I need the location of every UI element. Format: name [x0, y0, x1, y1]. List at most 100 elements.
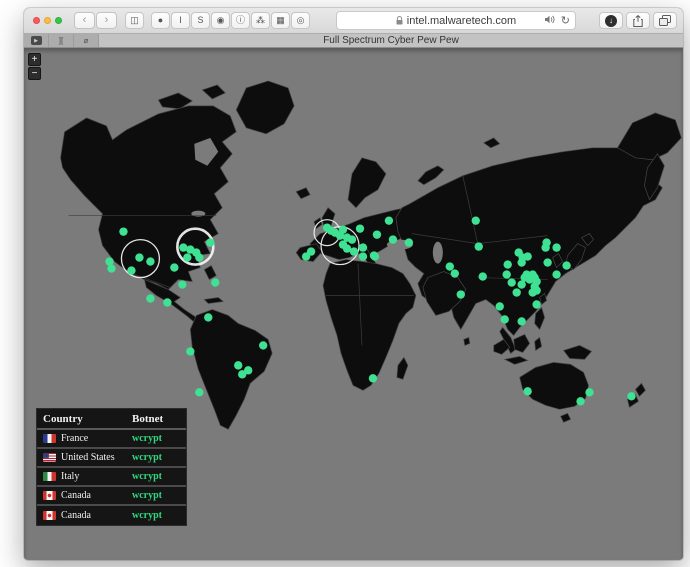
extension-network-button-share-nodes-icon[interactable]: ⁂ — [251, 12, 270, 29]
botnet-name: wcrypt — [132, 471, 186, 482]
tabs-icon — [659, 15, 671, 26]
landmass-sri-lanka — [464, 337, 470, 345]
infection-dot — [373, 230, 381, 238]
extension-record-button-record-circle-icon[interactable]: ◉ — [211, 12, 230, 29]
address-bar-icons: ↻ — [545, 12, 570, 29]
extension-qr-button-qr-grid-icon[interactable]: ▦ — [271, 12, 290, 29]
nav-buttons: ‹ › — [74, 12, 117, 29]
infection-dot — [186, 347, 194, 355]
back-button[interactable]: ‹ — [74, 12, 95, 29]
infection-dot — [206, 238, 214, 246]
active-tab[interactable]: Full Spectrum Cyber Pew Pew — [99, 34, 683, 47]
landmass-madagascar — [397, 357, 408, 379]
infection-dot — [170, 263, 178, 271]
extension-target-button-target-circle-icon[interactable]: ◎ — [291, 12, 310, 29]
map-zoom-out-button[interactable]: − — [28, 67, 41, 80]
infection-dot — [479, 272, 487, 280]
country-name: United States — [61, 452, 115, 463]
toolbar-right-buttons: ↓ — [599, 12, 677, 29]
infection-dot — [163, 298, 171, 306]
infection-dot — [541, 243, 549, 251]
infection-dot — [119, 227, 127, 235]
landmass-new-guinea — [564, 345, 592, 359]
infection-dot — [517, 317, 525, 325]
sidebar-button-sidebar-icon[interactable]: ◫ — [125, 12, 144, 29]
share-icon — [633, 15, 643, 27]
map-zoom-in-button[interactable]: + — [28, 53, 41, 66]
pinned-tab-circle[interactable]: ⌀ — [74, 34, 99, 47]
infection-dot — [507, 278, 515, 286]
audio-mute-icon[interactable] — [545, 15, 556, 27]
ca-flag-icon — [43, 511, 56, 520]
infection-dot — [186, 245, 194, 253]
infection-dot — [405, 238, 413, 246]
caspian-sea — [433, 242, 443, 264]
landmass-tasmania — [561, 413, 571, 422]
zoom-window-button[interactable] — [55, 17, 62, 24]
tab-title: Full Spectrum Cyber Pew Pew — [323, 35, 459, 46]
infection-dot — [369, 374, 377, 382]
country-name: Canada — [61, 510, 91, 521]
infection-dot — [472, 216, 480, 224]
browser-toolbar: ‹ › ◫ ●IS◉ⓘ⁂▦◎ intel.malwaretech.com ↻ ↓ — [24, 8, 683, 34]
infection-dot — [552, 243, 560, 251]
country-name: Italy — [61, 471, 79, 482]
share-button[interactable] — [626, 12, 650, 29]
infection-dot — [356, 224, 364, 232]
extension-s-button[interactable]: S — [191, 12, 210, 29]
close-window-button[interactable] — [33, 17, 40, 24]
table-row: Francewcrypt — [37, 430, 186, 449]
minimize-window-button[interactable] — [44, 17, 51, 24]
table-row: United States wcrypt — [37, 449, 186, 468]
table-body: Francewcrypt United States wcrypt Italy wcry… — [37, 430, 186, 525]
table-header: Country Botnet — [37, 409, 186, 430]
landmass-novaya-zemlya — [418, 166, 444, 185]
url-text: intel.malwaretech.com — [407, 15, 516, 27]
infection-dot — [385, 216, 393, 224]
reload-button[interactable]: ↻ — [561, 14, 570, 27]
landmass-sulawesi — [535, 337, 542, 350]
pinned-tabs: ▶ ][⌀ — [24, 34, 99, 47]
infection-dot — [178, 280, 186, 288]
landmass-chukotka — [617, 113, 681, 160]
toolbar-extension-buttons: ◫ ●IS◉ⓘ⁂▦◎ — [125, 12, 310, 29]
download-button[interactable]: ↓ — [599, 12, 623, 29]
extension-i-button[interactable]: I — [171, 12, 190, 29]
infection-dot — [135, 253, 143, 261]
landmass-borneo — [514, 334, 530, 352]
infection-dot — [496, 302, 504, 310]
country-name: Canada — [61, 490, 91, 501]
botnet-table: Country Botnet FrancewcryptUnited States… — [36, 408, 187, 526]
infection-dot — [517, 258, 525, 266]
address-bar[interactable]: intel.malwaretech.com ↻ — [336, 11, 576, 30]
landmass-scandinavia — [348, 158, 386, 208]
pinned-tab-video[interactable]: ▶ — [24, 34, 49, 47]
country-name: France — [61, 433, 88, 444]
infection-dot — [195, 388, 203, 396]
lock-icon — [396, 16, 403, 25]
table-row: Canadawcrypt — [37, 506, 186, 525]
play-icon: ▶ — [31, 36, 42, 45]
header-country: Country — [37, 413, 132, 425]
pinned-tab-brackets[interactable]: ][ — [49, 34, 74, 47]
infection-dot — [585, 388, 593, 396]
infection-dot — [359, 243, 367, 251]
landmass-greenland — [236, 81, 294, 134]
infection-dot — [523, 252, 531, 260]
infection-dot — [552, 270, 560, 278]
extension-circle-button-dark-circle-icon[interactable]: ● — [151, 12, 170, 29]
extension-info-button-info-circle-icon[interactable]: ⓘ — [231, 12, 250, 29]
landmass-new-zealand-north — [635, 383, 645, 396]
us-flag-icon — [43, 453, 56, 462]
infection-dot — [627, 392, 635, 400]
infection-dot — [146, 294, 154, 302]
infection-dot — [146, 257, 154, 265]
infection-dot — [259, 341, 267, 349]
infection-dot — [389, 235, 397, 243]
infection-dot — [576, 397, 584, 405]
tab-overview-button[interactable] — [653, 12, 677, 29]
landmass-south-america — [190, 309, 272, 429]
forward-button[interactable]: › — [96, 12, 117, 29]
ca-flag-icon — [43, 491, 56, 500]
botnet-name: wcrypt — [132, 452, 186, 463]
